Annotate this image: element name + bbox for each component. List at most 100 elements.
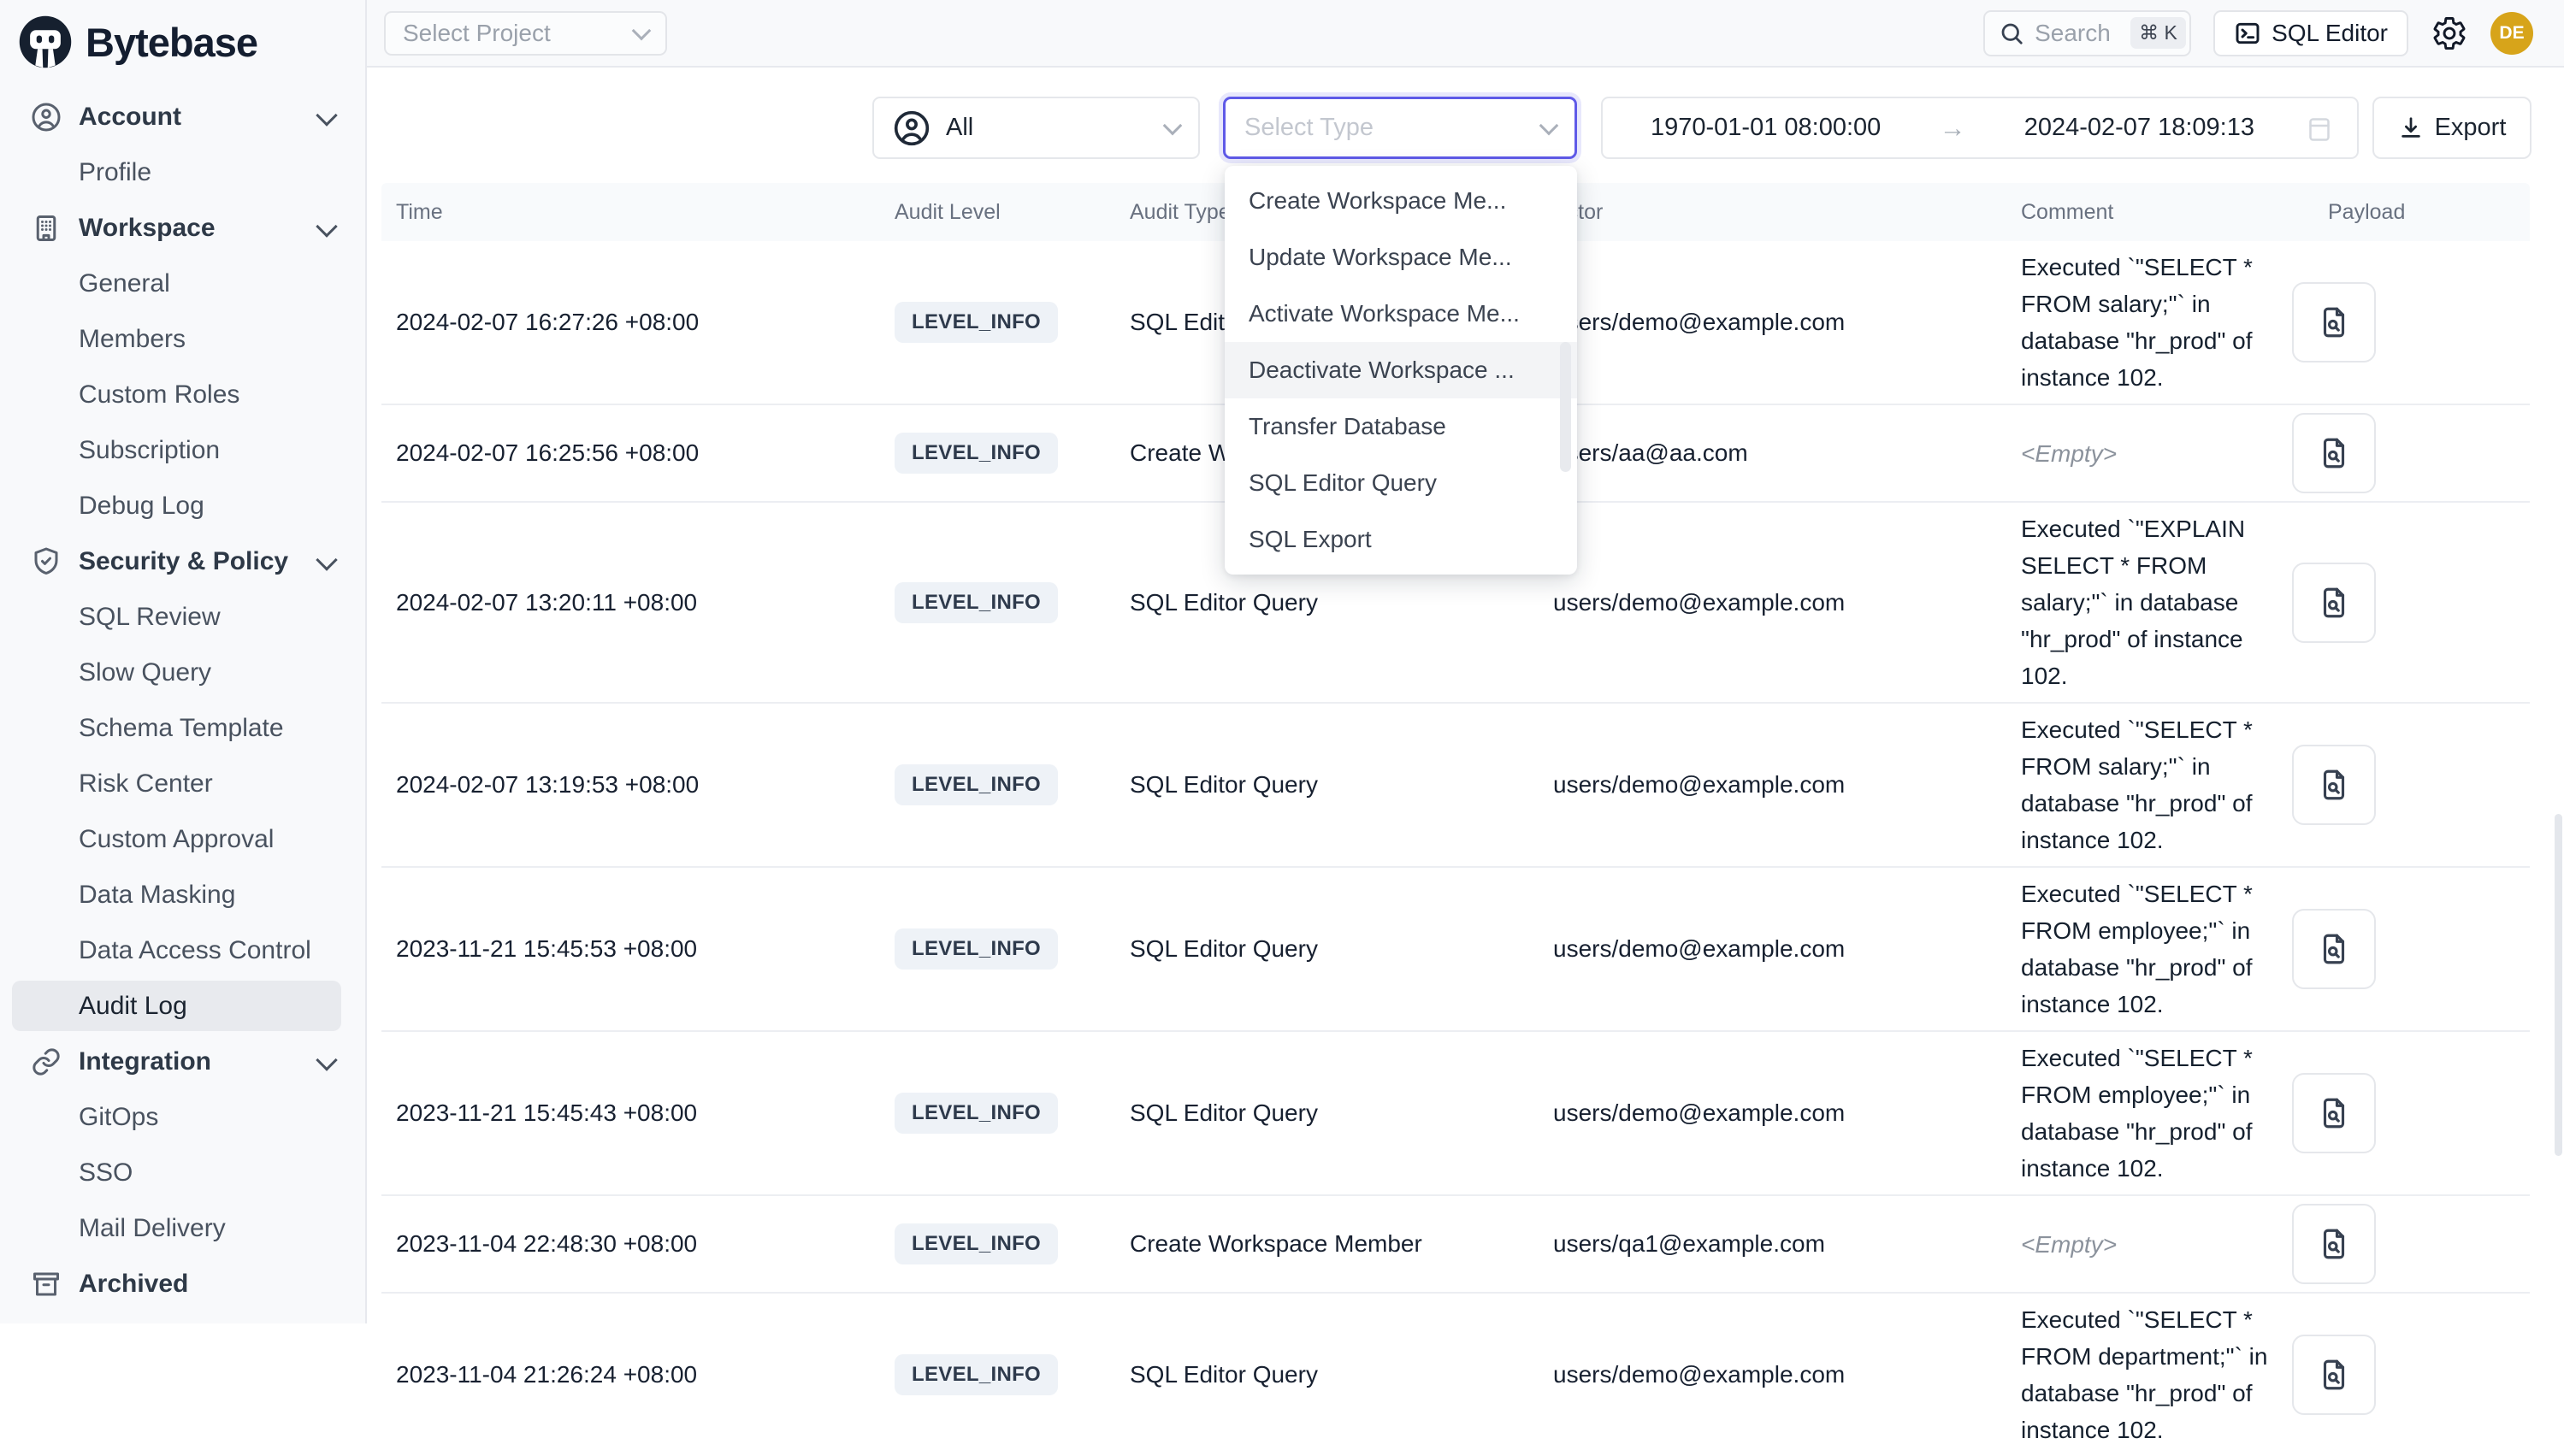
type-dropdown-menu: Create Workspace Me...Update Workspace M…	[1225, 166, 1577, 575]
sidebar-item-debug-log[interactable]: Debug Log	[0, 478, 365, 533]
cell-actor: users/demo@example.com	[1553, 1099, 2021, 1127]
project-select[interactable]: Select Project	[384, 11, 667, 56]
level-badge: LEVEL_INFO	[895, 1223, 1058, 1264]
sidebar-item-sso[interactable]: SSO	[0, 1145, 365, 1200]
dropdown-scrollbar[interactable]	[1560, 342, 1571, 472]
cell-comment: Executed `"SELECT * FROM employee;"` in …	[2021, 1040, 2292, 1187]
cell-audit-type: SQL Editor Query	[1130, 589, 1553, 616]
sidebar-item-slow-query[interactable]: Slow Query	[0, 645, 365, 700]
view-payload-button[interactable]	[2292, 1073, 2376, 1153]
search-box[interactable]: ⌘ K	[1983, 10, 2191, 56]
sidebar-item-gitops[interactable]: GitOps	[0, 1089, 365, 1145]
file-search-icon	[2316, 1226, 2352, 1262]
calendar-icon	[2304, 113, 2335, 144]
type-option-activate-workspace-me[interactable]: Activate Workspace Me...	[1225, 286, 1577, 342]
sidebar-item-audit-log[interactable]: Audit Log	[0, 978, 365, 1034]
type-select[interactable]: Select Type	[1223, 97, 1577, 159]
sidebar-item-label: Data Access Control	[79, 936, 311, 965]
cell-audit-type: SQL Editor Query	[1130, 1361, 1553, 1388]
terminal-icon	[2234, 20, 2261, 47]
chevron-down-icon	[316, 1049, 337, 1070]
cell-time: 2023-11-21 15:45:43 +08:00	[381, 1099, 895, 1127]
column-header-payload: Payload	[2292, 200, 2530, 225]
sidebar-item-profile[interactable]: Profile	[0, 144, 365, 200]
page-scrollbar[interactable]	[2555, 814, 2562, 1156]
cell-actor: users/aa@aa.com	[1553, 439, 2021, 467]
sidebar-item-label: Members	[79, 325, 186, 354]
sidebar-item-sql-review[interactable]: SQL Review	[0, 589, 365, 645]
sidebar-item-label: Custom Approval	[79, 825, 274, 854]
view-payload-button[interactable]	[2292, 745, 2376, 825]
sidebar-item-label: Archived	[79, 1270, 188, 1299]
view-payload-button[interactable]	[2292, 1335, 2376, 1415]
cell-time: 2024-02-07 16:27:26 +08:00	[381, 309, 895, 336]
cell-audit-level: LEVEL_INFO	[895, 928, 1130, 970]
avatar[interactable]: DE	[2490, 12, 2533, 55]
column-header-time: Time	[381, 200, 895, 225]
type-select-placeholder: Select Type	[1244, 114, 1542, 142]
date-to-value[interactable]: 2024-02-07 18:09:13	[2024, 114, 2254, 142]
topbar: Select Project ⌘ K SQL Editor	[367, 0, 2564, 68]
date-from-value[interactable]: 1970-01-01 08:00:00	[1651, 114, 1881, 142]
type-option-update-workspace-me[interactable]: Update Workspace Me...	[1225, 229, 1577, 286]
type-option-deactivate-workspace[interactable]: Deactivate Workspace ...	[1225, 342, 1577, 398]
gear-icon	[2431, 15, 2467, 51]
sidebar-item-subscription[interactable]: Subscription	[0, 422, 365, 478]
sidebar-item-schema-template[interactable]: Schema Template	[0, 700, 365, 756]
sidebar-item-integration[interactable]: Integration	[0, 1034, 365, 1089]
export-button[interactable]: Export	[2372, 97, 2532, 159]
type-option-sql-editor-query[interactable]: SQL Editor Query	[1225, 455, 1577, 511]
sidebar-item-label: SSO	[79, 1158, 133, 1188]
chevron-down-icon	[316, 215, 337, 237]
sidebar-item-members[interactable]: Members	[0, 311, 365, 367]
link-icon	[31, 1046, 62, 1077]
sidebar-item-custom-approval[interactable]: Custom Approval	[0, 811, 365, 867]
settings-button[interactable]	[2431, 15, 2468, 52]
sidebar-item-label: Custom Roles	[79, 380, 239, 410]
sidebar-item-label: Integration	[79, 1047, 211, 1076]
view-payload-button[interactable]	[2292, 1204, 2376, 1284]
view-payload-button[interactable]	[2292, 563, 2376, 643]
cell-audit-level: LEVEL_INFO	[895, 1354, 1130, 1395]
archive-icon	[31, 1269, 62, 1300]
sidebar-item-custom-roles[interactable]: Custom Roles	[0, 367, 365, 422]
sidebar-item-workspace[interactable]: Workspace	[0, 200, 365, 256]
view-payload-button[interactable]	[2292, 909, 2376, 989]
chevron-down-icon	[1539, 115, 1559, 135]
sidebar-item-label: SQL Review	[79, 603, 221, 632]
type-option-create-workspace-me[interactable]: Create Workspace Me...	[1225, 173, 1577, 229]
cell-payload	[2292, 909, 2530, 989]
sidebar-item-label: Schema Template	[79, 714, 284, 743]
cell-actor: users/qa1@example.com	[1553, 1230, 2021, 1258]
cell-audit-level: LEVEL_INFO	[895, 433, 1130, 474]
bytebase-logo-icon	[17, 14, 74, 70]
cell-payload	[2292, 745, 2530, 825]
level-badge: LEVEL_INFO	[895, 302, 1058, 343]
sidebar-item-account[interactable]: Account	[0, 89, 365, 144]
cell-payload	[2292, 563, 2530, 643]
brand[interactable]: Bytebase	[0, 0, 365, 75]
cell-actor: users/demo@example.com	[1553, 935, 2021, 963]
sidebar-item-label: Mail Delivery	[79, 1214, 226, 1243]
sql-editor-button[interactable]: SQL Editor	[2213, 10, 2408, 56]
level-badge: LEVEL_INFO	[895, 1093, 1058, 1134]
sidebar-item-security-policy[interactable]: Security & Policy	[0, 533, 365, 589]
view-payload-button[interactable]	[2292, 413, 2376, 493]
view-payload-button[interactable]	[2292, 282, 2376, 363]
sidebar-item-data-masking[interactable]: Data Masking	[0, 867, 365, 923]
chevron-down-icon	[316, 549, 337, 570]
type-option-sql-export[interactable]: SQL Export	[1225, 511, 1577, 568]
sidebar-item-data-access-control[interactable]: Data Access Control	[0, 923, 365, 978]
cell-audit-level: LEVEL_INFO	[895, 582, 1130, 623]
table-row: 2024-02-07 13:19:53 +08:00 LEVEL_INFO SQ…	[381, 702, 2530, 866]
type-option-transfer-database[interactable]: Transfer Database	[1225, 398, 1577, 455]
sidebar-item-mail-delivery[interactable]: Mail Delivery	[0, 1200, 365, 1256]
search-input[interactable]	[2033, 19, 2122, 48]
sidebar-item-label: Debug Log	[79, 492, 204, 521]
sidebar-item-risk-center[interactable]: Risk Center	[0, 756, 365, 811]
sidebar-item-general[interactable]: General	[0, 256, 365, 311]
date-range-picker[interactable]: 1970-01-01 08:00:00 → 2024-02-07 18:09:1…	[1601, 97, 2359, 159]
sidebar-item-archived[interactable]: Archived	[0, 1256, 365, 1312]
actor-filter-select[interactable]: All	[872, 97, 1200, 159]
cell-time: 2023-11-04 22:48:30 +08:00	[381, 1230, 895, 1258]
